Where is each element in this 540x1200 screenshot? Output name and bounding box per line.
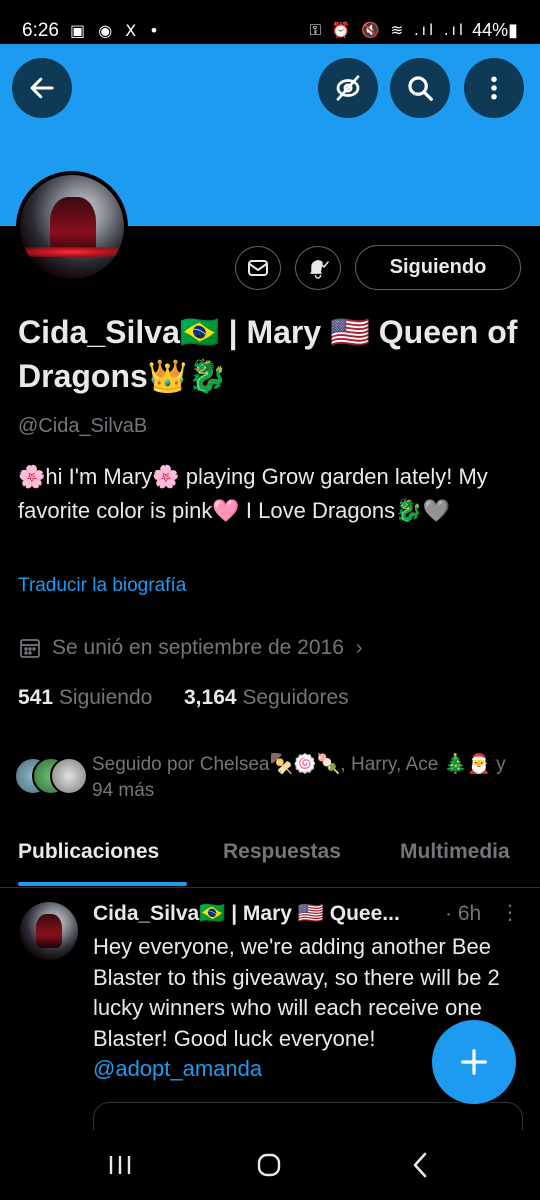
- profile-bio: 🌸hi I'm Mary🌸 playing Grow garden lately…: [18, 464, 488, 523]
- chevron-right-icon: ›: [355, 636, 363, 659]
- tab-publicaciones[interactable]: Publicaciones: [18, 840, 159, 864]
- plus-icon: [461, 1049, 487, 1075]
- notification-icons: ▣ ◉ X •: [70, 21, 163, 40]
- follow-stats: 541 Siguiendo 3,164 Seguidores: [18, 686, 349, 710]
- joined-date-row[interactable]: Se unió en septiembre de 2016 ›: [18, 636, 363, 660]
- search-icon: [408, 76, 433, 101]
- bell-check-icon: [310, 260, 329, 279]
- following-count: 541: [18, 686, 54, 709]
- active-tab-indicator: [18, 882, 187, 886]
- back-nav-button[interactable]: [400, 1148, 440, 1182]
- username-handle: @Cida_SilvaB: [18, 415, 148, 437]
- followed-by-text: Seguido por Chelsea🍢🍥🍡, Harry, Ace 🎄🎅 y …: [92, 754, 506, 801]
- following-button[interactable]: Siguiendo: [355, 245, 521, 290]
- back-button[interactable]: [12, 58, 72, 118]
- arrow-left-icon: [30, 77, 54, 99]
- avatar: [50, 757, 88, 795]
- status-time: 6:26: [22, 20, 59, 41]
- home-icon: [257, 1153, 281, 1177]
- search-button[interactable]: [390, 58, 450, 118]
- display-name: Cida_Silva🇧🇷 | Mary 🇺🇸 Queen of Dragons👑…: [18, 314, 518, 394]
- following-label: Siguiendo: [58, 686, 153, 709]
- more-options-button[interactable]: [464, 58, 524, 118]
- mail-icon: [248, 260, 268, 276]
- notifications-button[interactable]: [295, 246, 341, 290]
- more-vertical-icon: [491, 76, 497, 100]
- message-button[interactable]: [235, 246, 281, 290]
- eye-off-icon: [336, 75, 360, 101]
- avatar-image: [20, 175, 124, 279]
- post-avatar[interactable]: [20, 902, 78, 960]
- chevron-left-icon: [413, 1152, 427, 1178]
- tab-multimedia[interactable]: Multimedia: [400, 840, 510, 864]
- tab-respuestas[interactable]: Respuestas: [223, 840, 341, 864]
- post-time: · 6h: [445, 902, 482, 925]
- compose-button[interactable]: [432, 1020, 516, 1104]
- home-button[interactable]: [249, 1148, 289, 1182]
- status-bar: 6:26 ▣ ◉ X • ⚿ ⏰ 🔇 ≋ .ıl .ıl 44%▮: [0, 0, 540, 44]
- translate-bio-link[interactable]: Traducir la biografía: [18, 575, 186, 597]
- post-author[interactable]: Cida_Silva🇧🇷 | Mary 🇺🇸 Quee...: [93, 902, 400, 926]
- hide-button[interactable]: [318, 58, 378, 118]
- system-icons: ⚿ ⏰ 🔇 ≋ .ıl .ıl: [309, 21, 466, 39]
- profile-avatar[interactable]: [16, 171, 128, 283]
- post-more-icon[interactable]: ⋮: [500, 900, 520, 925]
- recents-icon: [109, 1156, 131, 1174]
- following-link[interactable]: 541 Siguiendo: [18, 686, 152, 709]
- recent-apps-button[interactable]: [100, 1148, 140, 1182]
- followers-link[interactable]: 3,164 Seguidores: [184, 686, 349, 709]
- post-mention[interactable]: @adopt_amanda: [93, 1056, 262, 1081]
- joined-date: Se unió en septiembre de 2016: [52, 636, 344, 659]
- calendar-icon: [20, 639, 40, 658]
- followers-count: 3,164: [184, 686, 237, 709]
- followers-label: Seguidores: [242, 686, 349, 709]
- profile-tabs: Publicaciones Respuestas Multimedia: [0, 836, 540, 888]
- mutual-avatars: [14, 757, 94, 797]
- system-nav-bar: [0, 1130, 540, 1200]
- battery-level: 44%▮: [472, 20, 518, 40]
